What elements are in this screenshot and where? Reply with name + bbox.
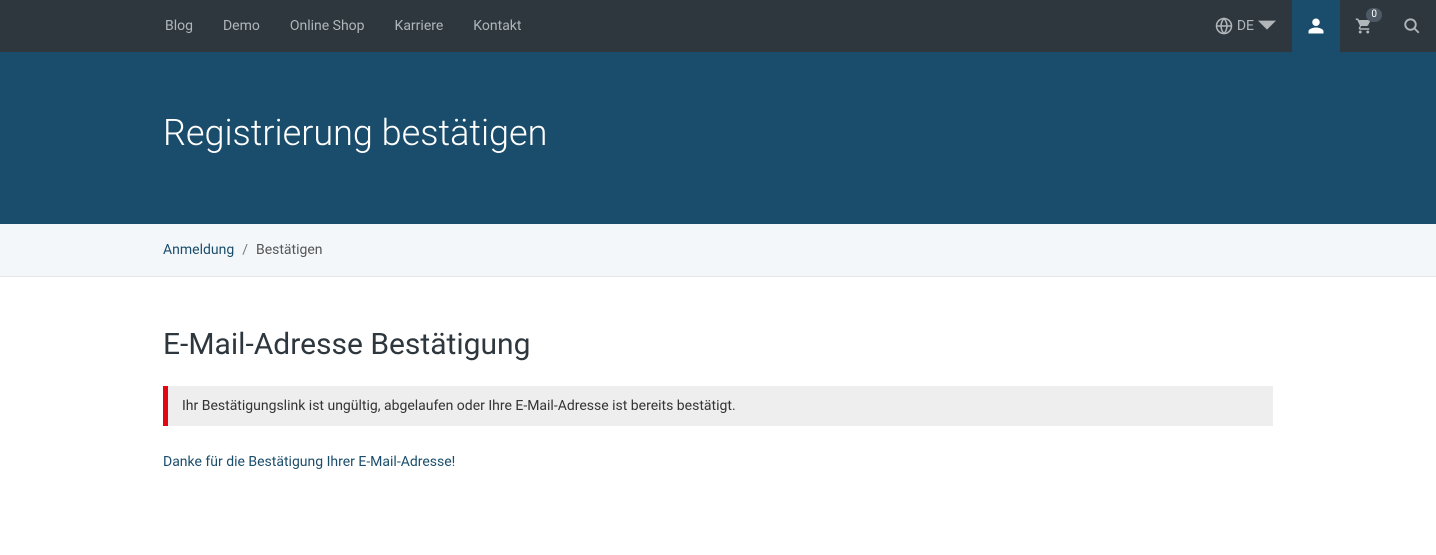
breadcrumb-link-anmeldung[interactable]: Anmeldung — [163, 242, 234, 258]
content-heading: E-Mail-Adresse Bestätigung — [163, 327, 1273, 362]
hero-banner: Registrierung bestätigen — [0, 52, 1436, 224]
nav-demo[interactable]: Demo — [208, 0, 275, 52]
cart-button[interactable]: 0 — [1340, 0, 1388, 52]
chevron-down-icon — [1258, 17, 1276, 35]
user-icon — [1307, 17, 1325, 35]
breadcrumb: Anmeldung / Bestätigen — [163, 242, 1273, 258]
nav-right: DE 0 — [1203, 0, 1436, 52]
cart-count-badge: 0 — [1366, 8, 1382, 22]
breadcrumb-bar: Anmeldung / Bestätigen — [0, 224, 1436, 277]
search-button[interactable] — [1388, 0, 1436, 52]
language-label: DE — [1237, 18, 1254, 34]
confirmation-text: Danke für die Bestätigung Ihrer E-Mail-A… — [163, 454, 1273, 470]
user-account-button[interactable] — [1292, 0, 1340, 52]
globe-icon — [1215, 17, 1233, 35]
breadcrumb-current: Bestätigen — [256, 242, 323, 258]
nav-karriere[interactable]: Karriere — [380, 0, 459, 52]
nav-online-shop[interactable]: Online Shop — [275, 0, 380, 52]
main-content: E-Mail-Adresse Bestätigung Ihr Bestätigu… — [0, 277, 1436, 520]
nav-left: Blog Demo Online Shop Karriere Kontakt — [150, 0, 536, 52]
top-navbar: Blog Demo Online Shop Karriere Kontakt D… — [0, 0, 1436, 52]
nav-blog[interactable]: Blog — [150, 0, 208, 52]
alert-error: Ihr Bestätigungslink ist ungültig, abgel… — [163, 386, 1273, 426]
breadcrumb-separator: / — [242, 242, 248, 258]
language-selector[interactable]: DE — [1203, 0, 1292, 52]
page-title: Registrierung bestätigen — [163, 112, 1273, 154]
nav-kontakt[interactable]: Kontakt — [458, 0, 536, 52]
search-icon — [1403, 17, 1421, 35]
